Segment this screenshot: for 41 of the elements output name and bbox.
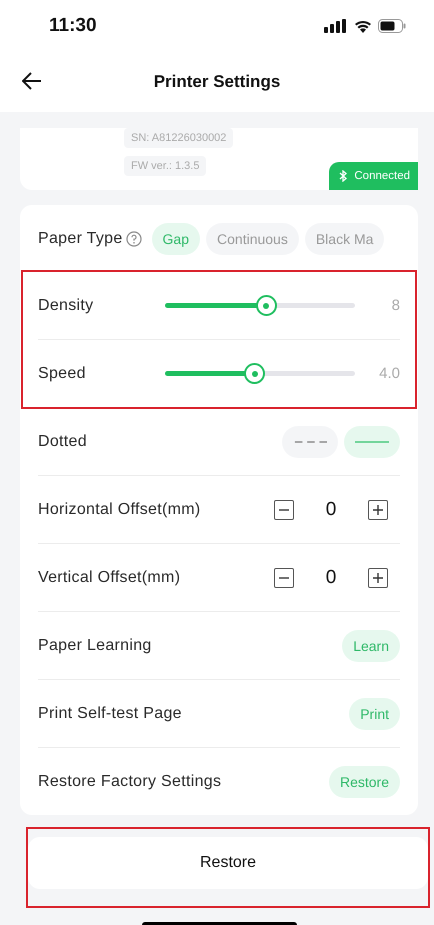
- minus-icon: [279, 508, 289, 510]
- help-icon[interactable]: [126, 230, 142, 246]
- signal-icon: [324, 19, 348, 33]
- action-button[interactable]: Restore: [328, 766, 400, 798]
- restore-button[interactable]: Restore: [28, 837, 428, 889]
- setting-label: Paper Type: [38, 230, 123, 248]
- page-title: Printer Settings: [154, 72, 280, 92]
- paper-type-chip[interactable]: Gap: [152, 222, 200, 254]
- status-time: 11:30: [49, 15, 97, 37]
- back-button[interactable]: [22, 72, 42, 90]
- paper-type-chip[interactable]: Continuous: [206, 222, 299, 254]
- battery-icon: [378, 19, 406, 33]
- setting-label: Speed: [38, 364, 86, 382]
- minus-button[interactable]: [274, 568, 294, 588]
- slider-value: 4.0: [378, 365, 400, 382]
- setting-label: Dotted: [38, 432, 87, 450]
- action-button[interactable]: Learn: [342, 630, 400, 662]
- dashed-line-icon: [293, 440, 327, 444]
- plus-button[interactable]: [368, 500, 388, 520]
- setting-label: Horizontal Offset(mm): [38, 500, 200, 518]
- plus-icon: [373, 504, 383, 514]
- minus-button[interactable]: [274, 500, 294, 520]
- serial-number: SN: A81226030002: [124, 128, 234, 148]
- paper-type-chip[interactable]: Black Ma: [304, 222, 384, 254]
- solid-line-icon: [355, 440, 389, 444]
- minus-icon: [279, 576, 289, 578]
- plus-icon: [373, 572, 383, 582]
- bluetooth-icon: [339, 170, 348, 182]
- slider-value: 8: [390, 297, 400, 314]
- offset-value: 0: [325, 498, 337, 520]
- setting-label: Paper Learning: [38, 636, 152, 654]
- setting-label: Restore Factory Settings: [38, 772, 222, 790]
- action-button[interactable]: Print: [349, 698, 400, 730]
- plus-button[interactable]: [368, 568, 388, 588]
- wifi-icon: [354, 19, 372, 33]
- setting-label: Density: [38, 296, 94, 314]
- connection-status: Connected: [329, 162, 418, 190]
- offset-value: 0: [325, 566, 337, 588]
- setting-label: Print Self-test Page: [38, 704, 182, 722]
- setting-label: Vertical Offset(mm): [38, 568, 180, 586]
- firmware-version: FW ver.: 1.3.5: [124, 156, 206, 176]
